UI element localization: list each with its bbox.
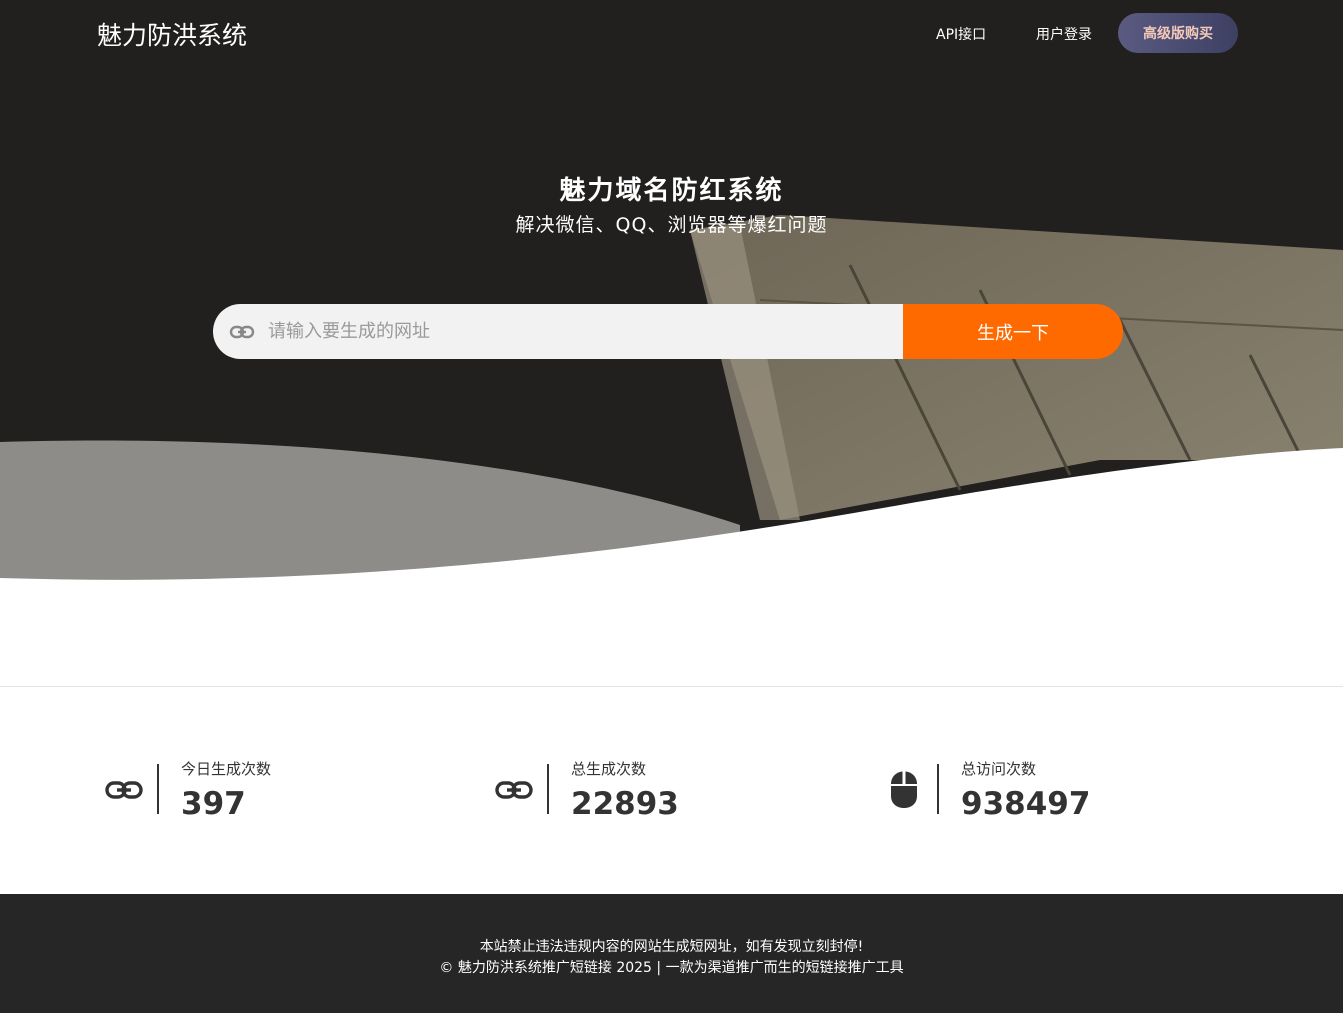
brand-logo-text[interactable]: 魅力防洪系统 — [97, 16, 247, 52]
nav-link-login[interactable]: 用户登录 — [1036, 24, 1092, 44]
link-icon — [105, 781, 143, 799]
footer-copyright: © 魅力防洪系统推广短链接 2025 | 一款为渠道推广而生的短链接推广工具 — [439, 960, 904, 976]
stat-value: 397 — [181, 786, 246, 822]
link-icon — [229, 325, 255, 339]
stat-separator — [157, 764, 159, 814]
url-input-wrapper — [213, 304, 903, 359]
hero-title: 魅力域名防红系统 — [559, 176, 784, 206]
hero-background-image — [0, 0, 1343, 580]
hero-section: 魅力防洪系统 API接口 用户登录 高级版购买 魅力域名防红系统 解决微信、QQ… — [0, 0, 1343, 580]
link-icon — [495, 781, 533, 799]
stat-value: 938497 — [961, 786, 1091, 822]
section-divider — [0, 686, 1343, 687]
url-input[interactable] — [268, 304, 888, 359]
stat-separator — [547, 764, 549, 814]
stat-label: 今日生成次数 — [181, 760, 272, 778]
hero-subtitle: 解决微信、QQ、浏览器等爆红问题 — [515, 214, 828, 236]
page-footer: 本站禁止违法违规内容的网站生成短网址，如有发现立刻封停! © 魅力防洪系统推广短… — [0, 894, 1343, 1013]
mouse-icon — [891, 771, 917, 808]
top-navbar: 魅力防洪系统 API接口 用户登录 高级版购买 — [0, 0, 1343, 66]
generate-button[interactable]: 生成一下 — [903, 304, 1123, 359]
stat-label: 总访问次数 — [961, 760, 1037, 778]
footer-notice: 本站禁止违法违规内容的网站生成短网址，如有发现立刻封停! — [479, 939, 864, 955]
premium-buy-button[interactable]: 高级版购买 — [1118, 13, 1238, 53]
url-generator-form: 生成一下 — [213, 304, 1123, 359]
nav-link-api[interactable]: API接口 — [936, 24, 986, 44]
stat-label: 总生成次数 — [571, 760, 647, 778]
stat-value: 22893 — [571, 786, 679, 822]
stat-separator — [937, 764, 939, 814]
